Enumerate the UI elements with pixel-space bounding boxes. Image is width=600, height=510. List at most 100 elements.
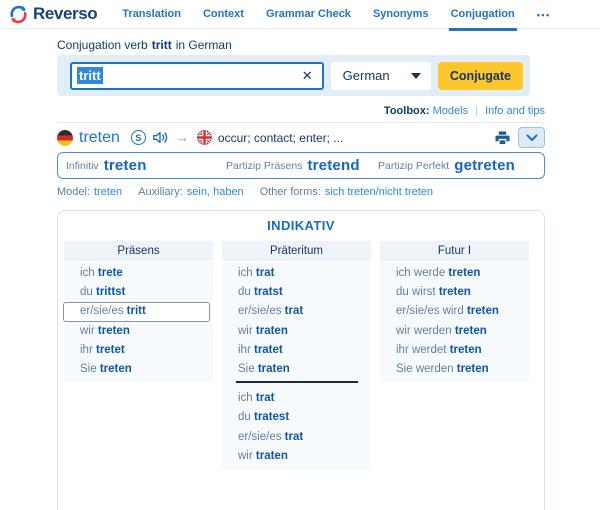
- chevron-down-icon: [526, 134, 537, 141]
- conjugation-row: ihr tratet: [222, 341, 371, 360]
- verb-form: trat: [284, 305, 304, 318]
- conjugation-section: INDIKATIV Präsens ich trete du trittst er/s…: [57, 210, 545, 510]
- arrow-right-icon: →: [175, 130, 189, 145]
- conjugate-button[interactable]: Conjugate: [437, 61, 523, 90]
- conjugation-row: du tratest: [222, 408, 371, 427]
- language-select[interactable]: German: [330, 61, 431, 90]
- verb-form: tratet: [253, 343, 283, 356]
- reverso-logo-icon: [10, 5, 27, 23]
- verb-form: treten: [466, 305, 499, 318]
- past-participle-item: Partizip Perfekt getreten: [378, 153, 515, 178]
- tense-body: ich werde treten du wirst treten er/sie/es…: [380, 262, 529, 383]
- pronoun-text: ihr werdet: [396, 343, 450, 356]
- verb-form: traten: [255, 449, 288, 462]
- german-flag-icon: [57, 129, 73, 146]
- chevron-down-icon: [410, 72, 421, 79]
- pronoun-text: ich werde: [396, 267, 449, 279]
- speaker-icon[interactable]: [152, 130, 168, 145]
- other-forms-links[interactable]: sich treten/nicht treten: [325, 186, 433, 199]
- pronoun-text: wir: [80, 324, 98, 337]
- mood-title: INDIKATIV: [267, 218, 335, 233]
- conjugation-row: er/sie/es wird treten: [380, 302, 529, 321]
- pronoun-text: Sie werden: [396, 363, 457, 376]
- model-group: Model: treten: [57, 186, 122, 199]
- tense-columns: Präsens ich trete du trittst er/sie/es trit…: [58, 241, 544, 470]
- pronoun-text: wir: [238, 324, 256, 337]
- conjugation-column: Präteritum ich trat du tratst er/sie/es tra…: [222, 241, 371, 470]
- translation-text[interactable]: occur; contact; enter; ...: [218, 131, 343, 145]
- toolbox-models-link[interactable]: Models: [433, 105, 468, 117]
- search-input[interactable]: tritt ✕: [70, 61, 324, 90]
- toolbox-separator: |: [475, 105, 478, 117]
- conjugation-row: wir traten: [222, 447, 371, 466]
- pronoun-text: er/sie/es: [238, 430, 285, 443]
- infinitive-item: Infinitiv treten: [66, 153, 147, 178]
- verb-form: treten: [99, 363, 132, 375]
- conjugation-row: wir treten: [64, 322, 213, 341]
- reverso-logo[interactable]: Reverso: [8, 4, 98, 25]
- search-panel: tritt ✕ German Conjugate: [57, 55, 530, 96]
- pronoun-text: er/sie/es wird: [396, 305, 467, 318]
- divider: [57, 122, 545, 123]
- infinitive-value: treten: [103, 157, 147, 174]
- page-title: Conjugation verb tritt in German: [57, 38, 545, 52]
- nav-item-synonyms[interactable]: Synonyms: [362, 0, 440, 29]
- conjugation-row: wir werden treten: [380, 322, 529, 341]
- print-icon[interactable]: [495, 130, 510, 145]
- collapse-button[interactable]: [518, 127, 545, 148]
- nav-item-translation[interactable]: Translation: [111, 0, 192, 29]
- verb-form: tretet: [95, 343, 125, 356]
- pronoun-text: du wirst: [396, 286, 439, 299]
- conjugation-row-highlighted: er/sie/es tritt: [63, 302, 210, 322]
- search-input-value: tritt: [77, 67, 103, 84]
- conjugation-row: ihr werdet treten: [380, 341, 529, 360]
- synonyms-icon[interactable]: S: [130, 130, 146, 145]
- past-participle-label: Partizip Perfekt: [378, 159, 450, 172]
- verb-form: trete: [97, 267, 123, 279]
- participle-strip: Infinitiv treten Partizip Präsens treten…: [57, 152, 545, 179]
- verb-form: traten: [257, 363, 290, 376]
- verb-form: tritt: [126, 305, 146, 318]
- nav-item-grammar-check[interactable]: Grammar Check: [255, 0, 362, 29]
- pronoun-text: du: [238, 411, 254, 424]
- present-participle-label: Partizip Präsens: [226, 159, 303, 172]
- page-title-prefix: Conjugation verb: [57, 38, 148, 52]
- tense-header: Präteritum: [222, 241, 371, 261]
- model-link[interactable]: treten: [94, 186, 122, 199]
- verb-form: trat: [255, 267, 275, 279]
- verb-info-row: Model: treten Auxiliary: sein, haben Oth…: [57, 186, 545, 199]
- past-participle-value: getreten: [454, 157, 515, 174]
- auxiliary-group: Auxiliary: sein, haben: [138, 186, 244, 199]
- verb-form: treten: [456, 363, 489, 376]
- toolbox-row: Toolbox: Models | Info and tips: [57, 105, 545, 118]
- conjugation-row: Sie werden treten: [380, 360, 529, 379]
- brand-name: Reverso: [33, 4, 98, 23]
- pronoun-text: er/sie/es: [238, 305, 285, 318]
- auxiliary-links[interactable]: sein, haben: [187, 186, 244, 199]
- page-title-suffix: in German: [175, 38, 232, 52]
- conjugation-row: Sie treten: [64, 360, 213, 379]
- conjugation-row: wir traten: [222, 322, 371, 341]
- other-forms-label: Other forms:: [259, 186, 321, 198]
- conjugation-row: du trittst: [64, 283, 213, 302]
- conjugation-row: er/sie/es trat: [222, 428, 371, 447]
- other-forms-group: Other forms: sich treten/nicht treten: [260, 186, 433, 199]
- verb-form: trat: [255, 392, 275, 405]
- nav-item-conjugation[interactable]: Conjugation: [440, 0, 526, 31]
- clear-search-icon[interactable]: ✕: [302, 69, 313, 82]
- auxiliary-label: Auxiliary:: [138, 186, 183, 198]
- page-title-verb: tritt: [151, 38, 172, 52]
- nav-item-context[interactable]: Context: [192, 0, 255, 29]
- language-select-value: German: [342, 68, 390, 83]
- model-label: Model:: [57, 186, 91, 198]
- conjugation-row: ich trat: [222, 389, 371, 408]
- tense-body: ich trat du tratst er/sie/es trat wir trate…: [222, 262, 371, 470]
- conjugation-row: Sie traten: [222, 360, 371, 379]
- conjugation-row: ich werde treten: [380, 264, 529, 283]
- pronoun-text: wir werden: [396, 324, 455, 337]
- more-menu-icon[interactable]: •••: [526, 0, 562, 29]
- toolbox-info-link[interactable]: Info and tips: [485, 105, 545, 117]
- conjugation-column: Futur Iich werde treten du wirst treten er…: [380, 241, 529, 469]
- pronoun-text: er/sie/es: [80, 305, 127, 318]
- verb-form: trittst: [96, 286, 126, 299]
